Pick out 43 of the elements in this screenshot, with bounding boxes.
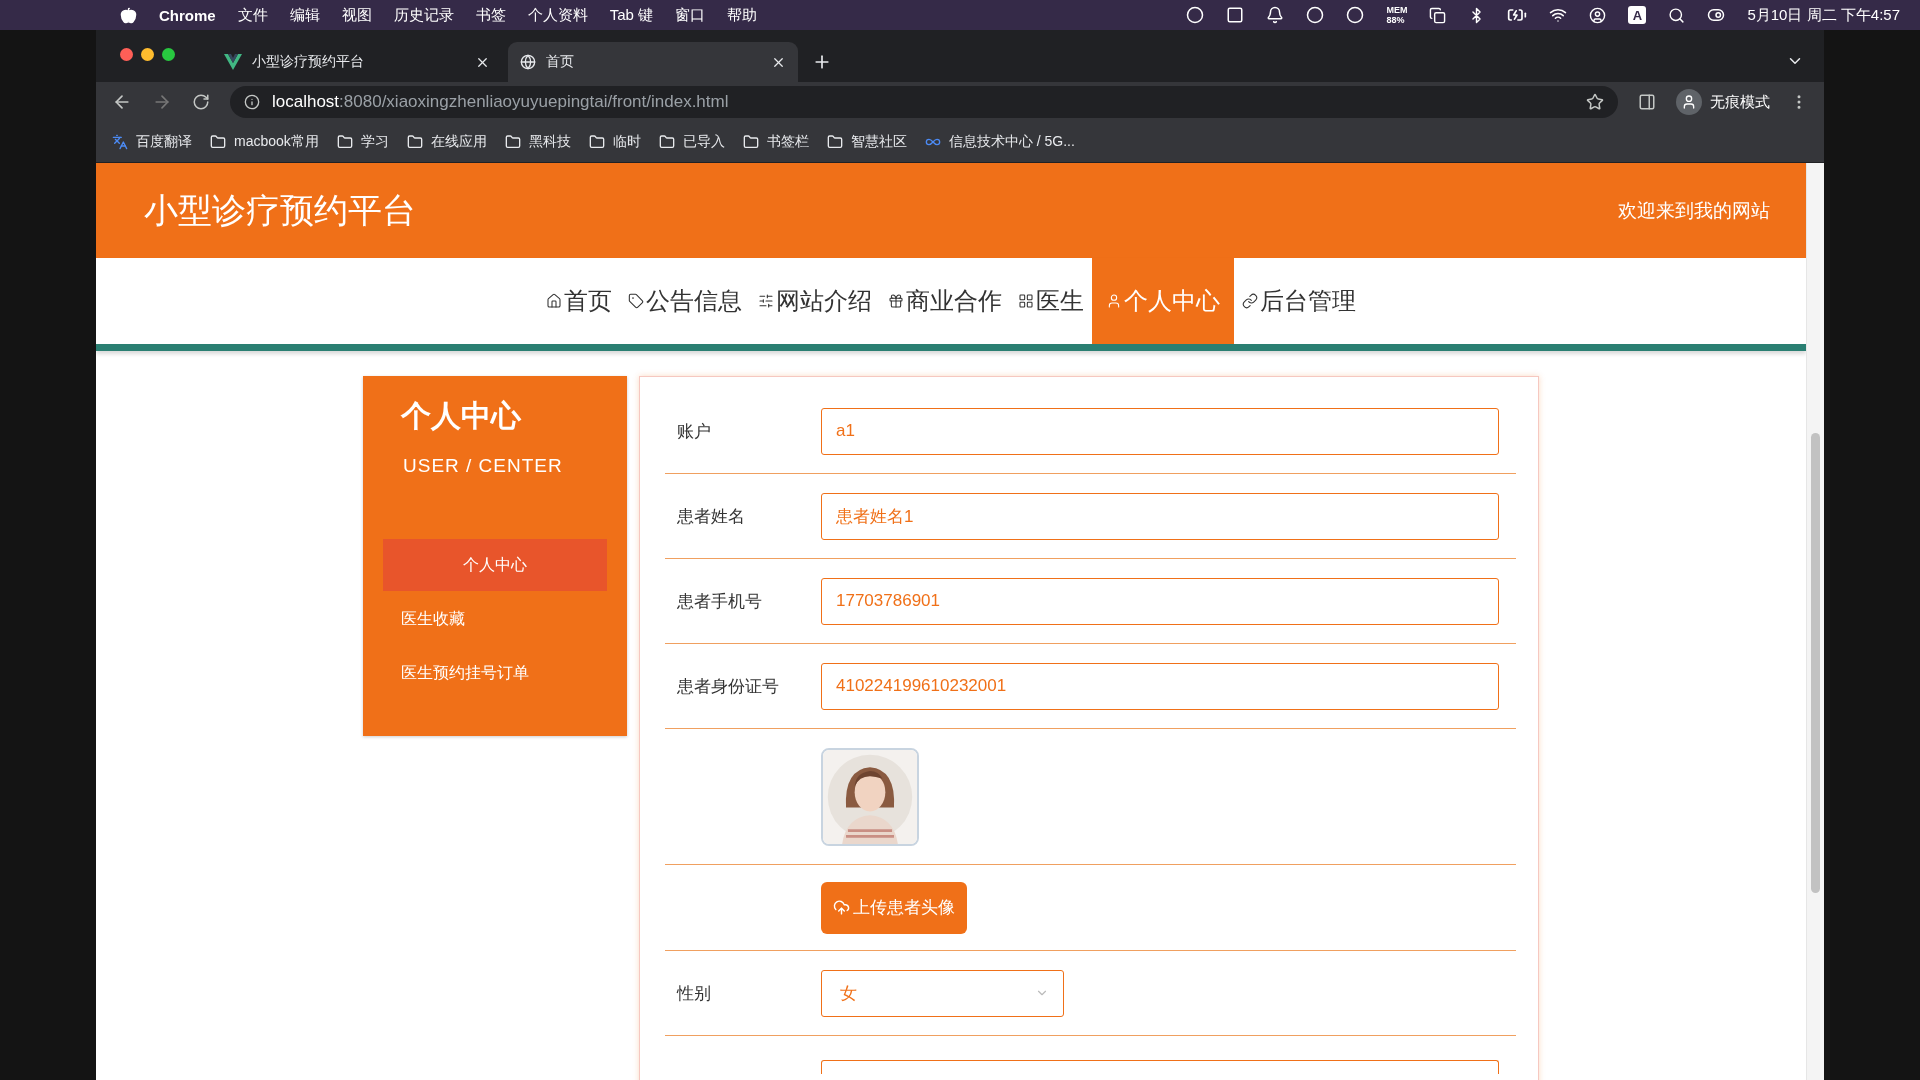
nav-item[interactable]: 网站介绍 bbox=[750, 258, 880, 344]
nav-item[interactable]: 商业合作 bbox=[880, 258, 1010, 344]
field-label: 患者姓名 bbox=[676, 505, 746, 528]
bookmark[interactable]: 信息技术中心 / 5G... bbox=[924, 133, 1075, 151]
menu-item[interactable]: 帮助 bbox=[727, 5, 758, 25]
bookmark[interactable]: macbook常用 bbox=[210, 133, 319, 151]
sidebar-title: 个人中心 bbox=[401, 398, 522, 434]
field-label: 患者身份证号 bbox=[676, 675, 780, 698]
menu-item[interactable]: 编辑 bbox=[289, 5, 320, 25]
profile-label[interactable]: 无痕模式 bbox=[1710, 92, 1770, 112]
browser-tab[interactable]: 首页 bbox=[508, 42, 798, 82]
browser-tab[interactable]: 小型诊疗预约平台 bbox=[212, 42, 502, 82]
nav-item[interactable]: 公告信息 bbox=[620, 258, 750, 344]
sidebar-subtitle: USER / CENTER bbox=[403, 455, 564, 477]
menu-item[interactable]: 视图 bbox=[341, 5, 372, 25]
bookmark[interactable]: 已导入 bbox=[658, 133, 725, 151]
bookmark[interactable]: 临时 bbox=[588, 133, 641, 151]
bookmark[interactable]: 书签栏 bbox=[742, 133, 809, 151]
bookmark[interactable]: 学习 bbox=[336, 133, 389, 151]
nav-item[interactable]: 首页 bbox=[538, 258, 620, 344]
menu-item[interactable]: 个人资料 bbox=[527, 5, 588, 25]
bookmark[interactable]: 在线应用 bbox=[406, 133, 487, 151]
welcome-text: 欢迎来到我的网站 bbox=[1618, 198, 1770, 223]
sidebar-item[interactable]: 个人中心 bbox=[383, 539, 607, 591]
clock[interactable]: 5月10日 周二 下午4:57 bbox=[1747, 5, 1900, 25]
bookmark[interactable]: 智慧社区 bbox=[826, 133, 907, 151]
menu-item[interactable]: Chrome bbox=[159, 6, 216, 24]
field-label: 性别 bbox=[675, 982, 712, 1005]
site-title: 小型诊疗预约平台 bbox=[144, 189, 416, 231]
menu-item[interactable]: 窗口 bbox=[675, 5, 706, 25]
menu-item[interactable]: 历史记录 bbox=[393, 5, 454, 25]
nav-item[interactable]: 医生 bbox=[1010, 258, 1092, 344]
bookmark[interactable]: 百度翻译 bbox=[112, 133, 192, 151]
menu-item[interactable]: 书签 bbox=[475, 5, 506, 25]
input-method[interactable]: A bbox=[1628, 6, 1647, 24]
memory-indicator[interactable]: MEM 88% bbox=[1386, 5, 1408, 25]
field-label: 患者手机号 bbox=[676, 590, 763, 613]
nav-item[interactable]: 后台管理 bbox=[1234, 258, 1364, 344]
bookmark[interactable]: 黑科技 bbox=[504, 133, 571, 151]
field-label: 账户 bbox=[676, 420, 712, 443]
address-bar[interactable]: localhost:8080/xiaoxingzhenliaoyuyuepingtai/front/index.html bbox=[230, 86, 1618, 118]
menu-item[interactable]: 文件 bbox=[237, 5, 268, 25]
menu-item[interactable]: Tab 键 bbox=[609, 5, 654, 25]
